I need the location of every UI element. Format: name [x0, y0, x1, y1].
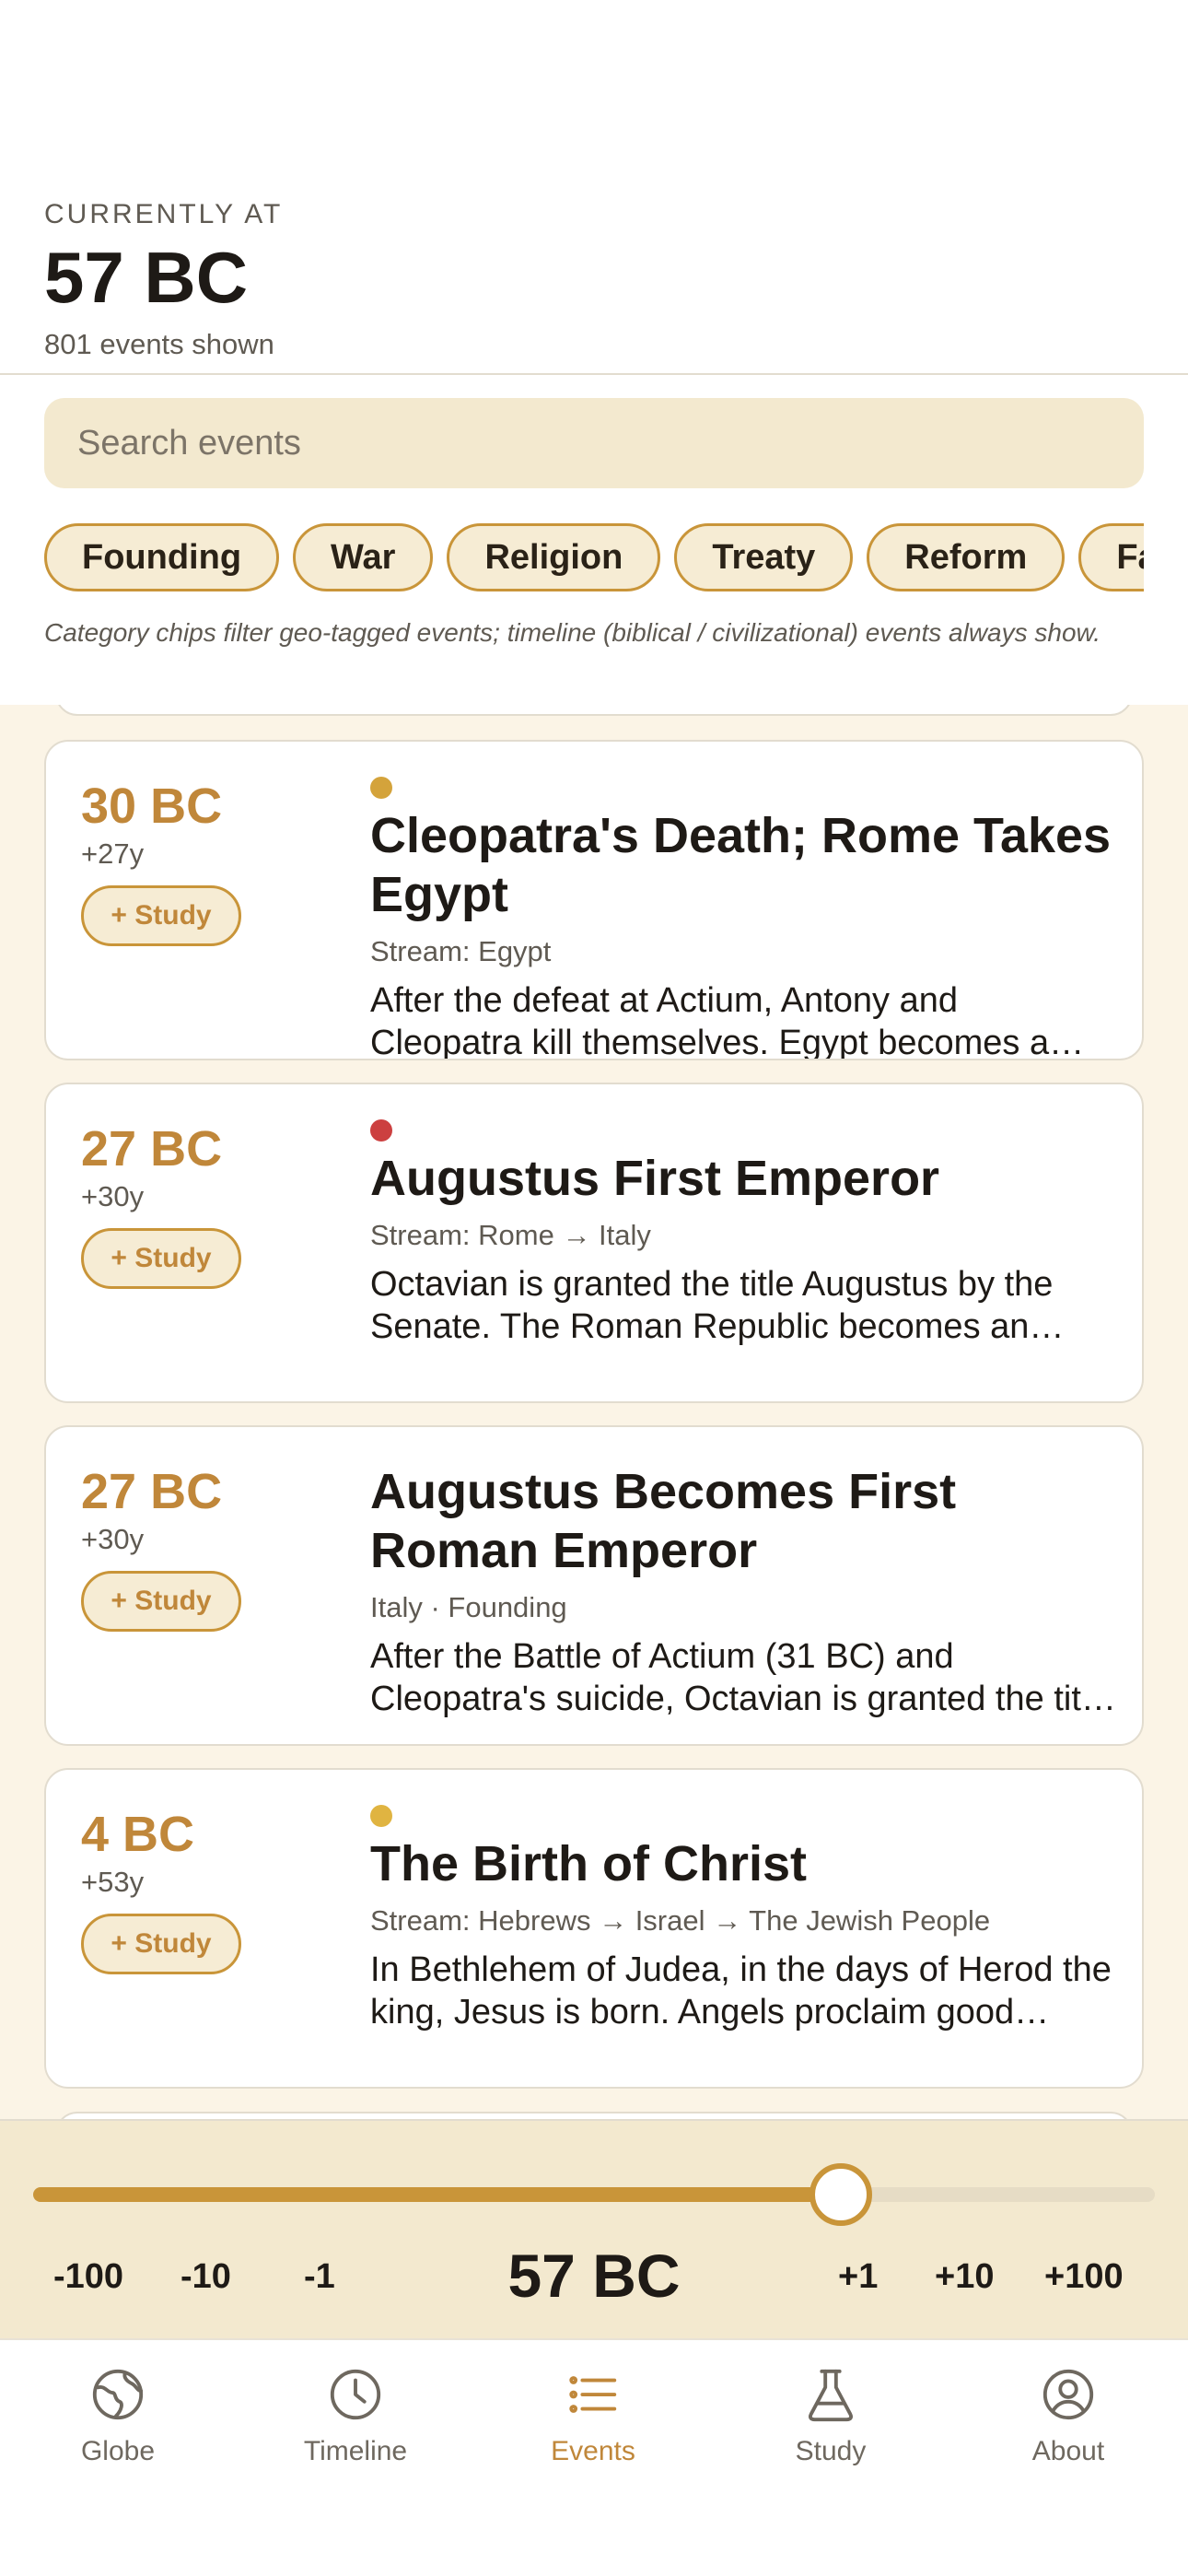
- event-title: Augustus Becomes First Roman Emperor: [370, 1464, 957, 1578]
- event-card[interactable]: 4 BC +53y + Study The Birth of Christ St…: [44, 1768, 1144, 2089]
- tab-label: Events: [551, 2436, 635, 2466]
- tab-label: About: [1031, 2436, 1105, 2466]
- stream-dot: [370, 1119, 392, 1142]
- tab-label: Globe: [80, 2436, 156, 2466]
- flask-icon: [809, 2369, 853, 2422]
- tab-label: Study: [795, 2436, 867, 2466]
- list-icon: [569, 2376, 617, 2413]
- event-stream: Stream: Egypt: [370, 935, 552, 967]
- step-back-100-button[interactable]: -100: [53, 2257, 123, 2297]
- chip-founding[interactable]: Founding: [44, 523, 280, 591]
- event-title: Cleopatra's Death; Rome Takes Egypt: [370, 808, 1112, 922]
- year-slider-track[interactable]: [33, 2163, 1155, 2226]
- stream-dot: [370, 777, 392, 799]
- chip-war[interactable]: War: [293, 523, 434, 591]
- stream-dot: [370, 1805, 392, 1827]
- search-input[interactable]: [44, 398, 1144, 488]
- chip-reform[interactable]: Reform: [867, 523, 1066, 591]
- event-category: Italy · Founding: [370, 1591, 567, 1623]
- event-title: Augustus First Emperor: [370, 1151, 940, 1206]
- event-content: Augustus First Emperor Stream: Rome → It…: [370, 1149, 1116, 1348]
- chip-religion[interactable]: Religion: [447, 523, 661, 591]
- event-offset: +30y: [81, 1180, 145, 1212]
- event-content: Augustus Becomes First Roman Emperor Ita…: [370, 1462, 1116, 1720]
- add-study-button[interactable]: + Study: [81, 1571, 241, 1632]
- events-count: 801 events shown: [44, 328, 274, 360]
- event-year: 30 BC: [81, 779, 223, 834]
- event-year: 4 BC: [81, 1807, 195, 1862]
- globe-icon: [92, 2369, 144, 2420]
- tab-about[interactable]: About: [976, 2366, 1160, 2467]
- add-study-button[interactable]: + Study: [81, 1228, 241, 1289]
- event-card-partial[interactable]: [55, 705, 1133, 716]
- tab-study[interactable]: Study: [739, 2366, 923, 2467]
- tab-label: Timeline: [303, 2436, 408, 2466]
- step-back-10-button[interactable]: -10: [181, 2257, 231, 2297]
- event-stream: Stream: Hebrews → Israel → The Jewish Pe…: [370, 1904, 991, 1937]
- add-study-button[interactable]: + Study: [81, 885, 241, 946]
- event-description: In Bethlehem of Judea, in the days of He…: [370, 1950, 1112, 2032]
- event-title: The Birth of Christ: [370, 1836, 807, 1891]
- currently-at-label: CURRENTLY AT: [44, 199, 284, 229]
- person-icon: [1042, 2369, 1094, 2420]
- event-year: 27 BC: [81, 1121, 223, 1177]
- tab-globe[interactable]: Globe: [26, 2366, 210, 2467]
- event-offset: +53y: [81, 1866, 145, 1898]
- year-slider-thumb[interactable]: [809, 2163, 872, 2226]
- tab-timeline[interactable]: Timeline: [263, 2366, 448, 2467]
- filter-note: Category chips filter geo-tagged events;…: [44, 618, 1101, 647]
- event-description: After the Battle of Actium (31 BC) and C…: [370, 1637, 1109, 1718]
- step-forward-10-button[interactable]: +10: [935, 2257, 994, 2297]
- clock-icon: [330, 2369, 381, 2420]
- event-card[interactable]: 30 BC +27y + Study Cleopatra's Death; Ro…: [44, 740, 1144, 1060]
- event-card[interactable]: 27 BC +30y + Study Augustus First Empero…: [44, 1083, 1144, 1403]
- year-scrubber: -100 -10 -1 57 BC +1 +10 +100: [0, 2119, 1188, 2338]
- event-offset: +27y: [81, 837, 145, 870]
- scrubber-year: 57 BC: [507, 2242, 681, 2310]
- add-study-button[interactable]: + Study: [81, 1914, 241, 1974]
- event-stream: Stream: Rome → Italy: [370, 1219, 651, 1251]
- event-card[interactable]: 27 BC +30y + Study Augustus Becomes Firs…: [44, 1425, 1144, 1746]
- chip-truncated[interactable]: Fa: [1078, 523, 1144, 591]
- chip-treaty[interactable]: Treaty: [674, 523, 854, 591]
- event-content: The Birth of Christ Stream: Hebrews → Is…: [370, 1834, 1116, 2033]
- step-forward-100-button[interactable]: +100: [1044, 2257, 1124, 2297]
- event-description: After the defeat at Actium, Antony and C…: [370, 981, 1050, 1060]
- step-back-1-button[interactable]: -1: [304, 2257, 335, 2297]
- event-content: Cleopatra's Death; Rome Takes Egypt Stre…: [370, 806, 1116, 1060]
- header: CURRENTLY AT 57 BC 801 events shown: [0, 0, 1188, 375]
- event-list[interactable]: 30 BC +27y + Study Cleopatra's Death; Ro…: [0, 705, 1188, 2119]
- event-description: Octavian is granted the title Augustus b…: [370, 1265, 1054, 1346]
- category-chips: Founding War Religion Treaty Reform Fa: [44, 523, 1144, 595]
- tab-bar: Globe Timeline Events Study About: [0, 2338, 1188, 2576]
- step-forward-1-button[interactable]: +1: [838, 2257, 878, 2297]
- year-slider-fill: [33, 2187, 841, 2202]
- tab-events[interactable]: Events: [501, 2366, 685, 2467]
- current-year: 57 BC: [44, 237, 249, 318]
- event-year: 27 BC: [81, 1464, 223, 1519]
- event-offset: +30y: [81, 1523, 145, 1555]
- event-card-partial[interactable]: [55, 2112, 1133, 2119]
- search-bar: [44, 398, 1144, 488]
